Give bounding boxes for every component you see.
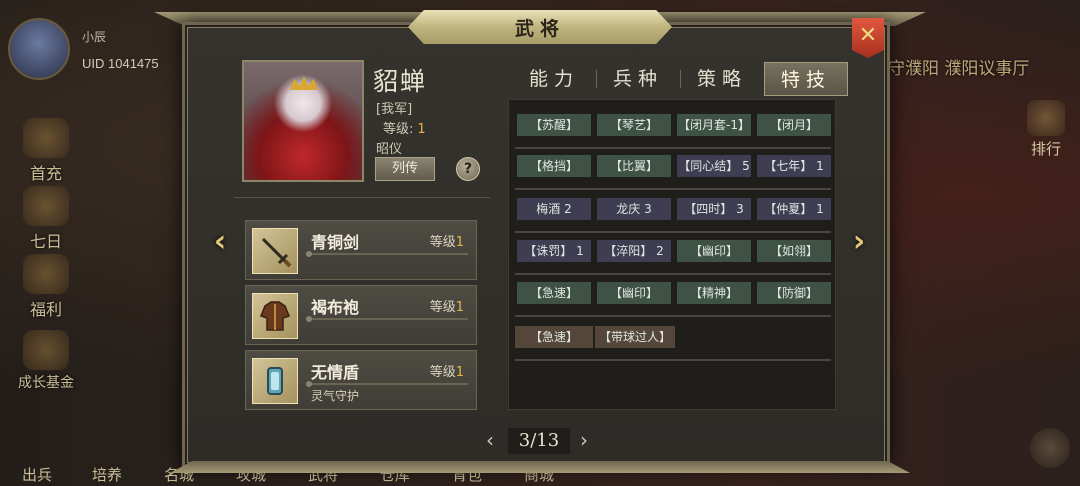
- player-uid: UID 1041475: [82, 56, 159, 71]
- equipment-progress: [306, 251, 468, 257]
- sword-icon: [252, 228, 298, 274]
- equipment-effect: 灵气守护: [311, 389, 360, 403]
- skill-tag[interactable]: 【七年】 1: [757, 155, 831, 177]
- skill-row: 【苏醒】 【琴艺】 【闭月套-1】 【闭月】: [515, 112, 831, 149]
- skill-row: 【急速】 【幽印】 【精神】 【防御】: [515, 280, 831, 317]
- equipment-name: 褐布袍: [311, 298, 360, 317]
- bottom-menu-item[interactable]: 出兵: [22, 464, 52, 485]
- skill-row: 梅酒 2 龙庆 3 【四时】 3 【仲夏】 1: [515, 196, 831, 233]
- main-menu-icon[interactable]: [1030, 428, 1070, 468]
- skill-tag[interactable]: 【防御】: [757, 282, 831, 304]
- skill-tag[interactable]: 【闭月套-1】: [677, 114, 751, 136]
- side-menu-growth-fund[interactable]: 成长基金: [4, 330, 88, 392]
- skill-row: 【急速】 【带球过人】: [515, 324, 831, 361]
- skill-tag[interactable]: 【同心结】 5: [677, 155, 751, 177]
- hero-name: 貂蝉: [373, 67, 428, 96]
- equipment-progress: [306, 381, 468, 387]
- skill-tag[interactable]: 【闭月】: [757, 114, 831, 136]
- equipment-slot-shield[interactable]: 无情盾 等级1 灵气守护: [245, 350, 477, 410]
- chevron-left-icon[interactable]: ‹: [486, 428, 494, 452]
- close-button[interactable]: ✕: [852, 18, 884, 58]
- side-menu-welfare[interactable]: 福利: [4, 254, 88, 320]
- skill-tag[interactable]: 【仲夏】 1: [757, 198, 831, 220]
- skill-tag[interactable]: 【急速】: [517, 282, 591, 304]
- equipment-level: 等级1: [429, 300, 464, 315]
- equipment-name: 青铜剑: [311, 233, 360, 252]
- next-hero-button[interactable]: ›: [846, 226, 872, 258]
- page-number: 3/13: [518, 430, 560, 451]
- shield-icon: [252, 358, 298, 404]
- tab-troop-type[interactable]: 兵种: [596, 62, 680, 96]
- coins-icon: [23, 330, 69, 370]
- skill-tag[interactable]: 【淬阳】 2: [597, 240, 671, 262]
- skill-tag[interactable]: 【琴艺】: [597, 114, 671, 136]
- trophy-icon: [1027, 100, 1065, 136]
- biography-button[interactable]: 列传: [375, 157, 435, 181]
- modal-frame-bottom: [170, 461, 910, 473]
- skill-panel: 【苏醒】 【琴艺】 【闭月套-1】 【闭月】 【格挡】 【比翼】 【同心结】 5…: [508, 99, 836, 410]
- hero-level-label: 等级:: [383, 122, 414, 137]
- divider: [234, 197, 490, 198]
- tab-ability[interactable]: 能力: [512, 62, 596, 96]
- chevron-right-icon: ›: [852, 224, 866, 259]
- skill-tag[interactable]: 梅酒 2: [517, 198, 591, 220]
- bag-icon: [23, 254, 69, 294]
- location-label: 守濮阳 濮阳议事厅: [888, 59, 1030, 79]
- pagination: ‹ 3/13 ›: [486, 428, 596, 454]
- tab-strategy[interactable]: 策略: [680, 62, 764, 96]
- equipment-slot-armor[interactable]: 褐布袍 等级1: [245, 285, 477, 345]
- close-icon: ✕: [858, 22, 878, 48]
- rank-button[interactable]: 排行: [1020, 100, 1072, 159]
- robe-icon: [252, 293, 298, 339]
- skill-tag[interactable]: 龙庆 3: [597, 198, 671, 220]
- skill-tag[interactable]: 【带球过人】: [595, 326, 675, 348]
- skill-tag[interactable]: 【幽印】: [677, 240, 751, 262]
- tab-special-skill[interactable]: 特技: [764, 62, 848, 96]
- equipment-name: 无情盾: [311, 363, 360, 382]
- modal-title-plate: 武将: [408, 10, 672, 44]
- skill-tag[interactable]: 【苏醒】: [517, 114, 591, 136]
- tab-bar: 能力 兵种 策略 特技: [512, 62, 852, 96]
- crown-icon: [290, 76, 318, 90]
- equipment-progress: [306, 316, 468, 322]
- prev-hero-button[interactable]: ‹: [207, 226, 233, 258]
- hero-level: 等级: 1: [383, 118, 426, 137]
- background-sidebar: 小辰 UID 1041475 首充 七日 福利 成长基金: [0, 0, 200, 486]
- skill-tag[interactable]: 【幽印】: [597, 282, 671, 304]
- player-name: 小辰: [82, 30, 107, 44]
- hero-faction: [我军]: [376, 102, 413, 117]
- skill-tag[interactable]: 【如翎】: [757, 240, 831, 262]
- gift-icon: [23, 118, 69, 158]
- skill-tag[interactable]: 【诛罚】 1: [517, 240, 591, 262]
- modal-title: 武将: [514, 17, 565, 40]
- hero-portrait: [242, 60, 364, 182]
- equipment-slot-weapon[interactable]: 青铜剑 等级1: [245, 220, 477, 280]
- skill-row: 【格挡】 【比翼】 【同心结】 5 【七年】 1: [515, 153, 831, 190]
- equipment-level: 等级1: [429, 365, 464, 380]
- hero-rank-title: 昭仪: [376, 142, 403, 157]
- skill-row: 【诛罚】 1 【淬阳】 2 【幽印】 【如翎】: [515, 238, 831, 275]
- page-indicator: 3/13: [508, 428, 570, 454]
- skill-tag[interactable]: 【比翼】: [597, 155, 671, 177]
- calendar-icon: [23, 186, 69, 226]
- skill-tag[interactable]: 【急速】: [515, 326, 593, 348]
- skill-tag[interactable]: 【精神】: [677, 282, 751, 304]
- bottom-menu-item[interactable]: 培养: [92, 464, 122, 485]
- side-menu-first-charge[interactable]: 首充: [4, 118, 88, 184]
- skill-tag[interactable]: 【四时】 3: [677, 198, 751, 220]
- equipment-level: 等级1: [429, 235, 464, 250]
- chevron-left-icon: ‹: [213, 224, 227, 259]
- skill-tag[interactable]: 【格挡】: [517, 155, 591, 177]
- chevron-right-icon[interactable]: ›: [580, 428, 588, 452]
- hero-level-value: 1: [417, 122, 426, 137]
- help-button[interactable]: ?: [456, 157, 480, 181]
- side-menu-seven-days[interactable]: 七日: [4, 186, 88, 252]
- player-avatar[interactable]: [8, 18, 70, 80]
